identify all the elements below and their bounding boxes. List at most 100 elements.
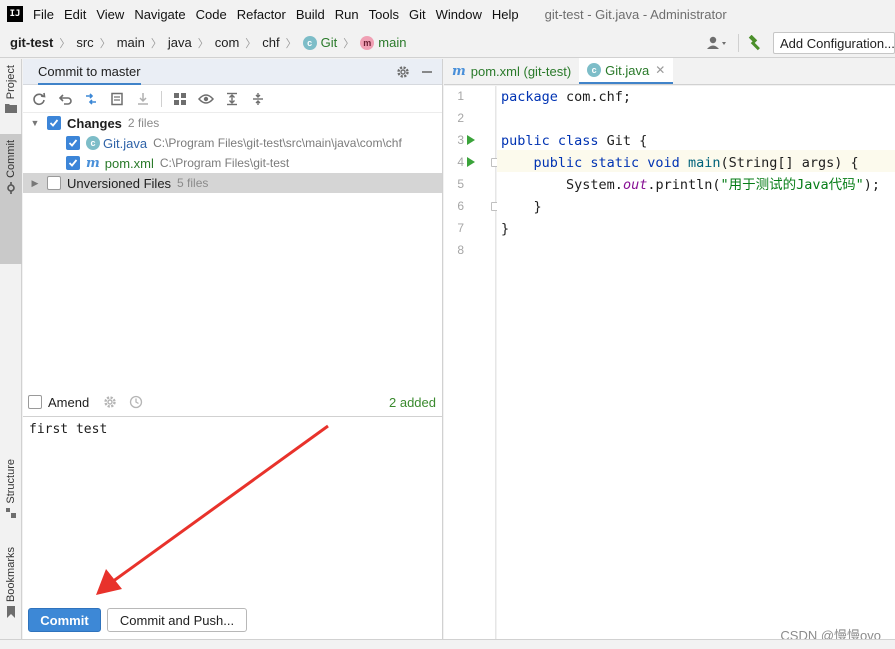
stripe-tab-bookmarks[interactable]: Bookmarks [0,547,22,619]
menu-refactor[interactable]: Refactor [237,7,286,22]
commit-toolbar [23,85,442,113]
menu-edit[interactable]: Edit [64,7,86,22]
file-name: Git.java [103,135,148,151]
menu-run[interactable]: Run [335,7,359,22]
unversioned-group-row[interactable]: ▶ Unversioned Files 5 files [23,173,442,193]
breadcrumb-main[interactable]: main [117,35,145,50]
breadcrumb-java[interactable]: java [168,35,192,50]
stripe-structure-label: Structure [5,459,17,504]
commit-options-gear-icon[interactable] [103,395,117,409]
amend-checkbox[interactable] [28,395,42,409]
changes-group-row[interactable]: ▼ Changes 2 files [23,113,442,133]
run-class-icon[interactable] [467,135,475,145]
amend-row: Amend 2 added [23,391,443,413]
navigation-bar: git-test 〉 src 〉 main 〉 java 〉 com 〉 chf… [0,28,895,58]
line-number: 3 [457,133,464,147]
code-line-5: System.out.println("用于测试的Java代码"); [566,177,881,193]
changes-count: 2 files [127,116,160,130]
window-title: git-test - Git.java - Administrator [544,6,727,22]
menu-help[interactable]: Help [492,7,519,22]
chevron-right-icon[interactable]: ▶ [29,178,41,189]
commit-panel-title[interactable]: Commit to master [38,59,141,85]
header-actions [396,59,434,85]
commit-and-push-button[interactable]: Commit and Push... [107,608,247,632]
code-line-6: } [501,199,542,215]
line-number: 7 [457,221,464,235]
file-row-pom-xml[interactable]: m pom.xml C:\Program Files\git-test [23,153,442,173]
commit-tool-window: Commit to master ▼ Changes 2 files c Git… [23,59,443,639]
history-clock-icon[interactable] [129,395,143,409]
maven-icon: m [452,63,466,79]
code-editor[interactable]: package com.chf; public class Git { publ… [497,86,895,639]
add-configuration-button[interactable]: Add Configuration... [773,32,895,54]
line-number: 1 [457,89,464,103]
breadcrumb-chf[interactable]: chf [262,35,279,50]
breadcrumb-separator: 〉 [245,37,257,50]
breadcrumb-separator: 〉 [150,37,162,50]
line-number: 4 [457,155,464,169]
rollback-icon[interactable] [55,89,75,109]
run-main-icon[interactable] [467,157,475,167]
file-path: C:\Program Files\git-test [159,156,290,170]
toolbar-divider [738,34,739,52]
breadcrumb-separator: 〉 [197,37,209,50]
breadcrumb-method-label: main [378,35,407,50]
menu-view[interactable]: View [96,7,124,22]
file-checkbox[interactable] [66,156,80,170]
gear-icon[interactable] [396,65,410,79]
commit-icon [7,181,15,194]
chevron-down-icon[interactable]: ▼ [29,118,41,128]
stripe-tab-commit[interactable]: Commit [0,134,22,264]
breadcrumb-separator: 〉 [343,37,355,50]
bottom-tool-strip [0,639,895,649]
breadcrumb-separator: 〉 [99,37,111,50]
commit-message-input[interactable]: first test [23,416,443,596]
changes-checkbox[interactable] [47,116,61,130]
tab-pom-xml[interactable]: m pom.xml (git-test) [444,58,579,84]
menu-file[interactable]: File [33,7,54,22]
collapse-all-icon[interactable] [248,89,268,109]
menu-code[interactable]: Code [196,7,227,22]
java-class-icon: c [302,35,317,50]
breadcrumb-separator: 〉 [59,37,71,50]
tab-label: Git.java [605,62,650,78]
line-number: 8 [457,243,464,257]
shelve-icon[interactable] [107,89,127,109]
breadcrumb-method-main[interactable]: m main [360,35,406,50]
breadcrumb-class-git[interactable]: c Git [302,35,337,50]
left-tool-stripe: Project Commit Structure Bookmarks [0,59,22,639]
group-by-icon[interactable] [170,89,190,109]
structure-icon [6,507,16,518]
menu-build[interactable]: Build [296,7,325,22]
menu-window[interactable]: Window [436,7,482,22]
menu-git[interactable]: Git [409,7,426,22]
changes-label: Changes [67,115,122,131]
menu-navigate[interactable]: Navigate [134,7,185,22]
user-icon[interactable] [704,33,730,53]
commit-button[interactable]: Commit [28,608,101,632]
build-hammer-icon[interactable] [745,33,765,53]
unversioned-checkbox[interactable] [47,176,61,190]
breadcrumb-project[interactable]: git-test [10,35,53,50]
download-icon[interactable] [133,89,153,109]
amend-label[interactable]: Amend [48,395,89,410]
stripe-tab-project[interactable]: Project [0,65,22,114]
breadcrumb-src[interactable]: src [76,35,93,50]
toolbar-divider [161,90,162,107]
commit-buttons: Commit Commit and Push... [23,608,443,632]
tab-git-java[interactable]: c Git.java ✕ [579,58,674,84]
close-icon[interactable]: ✕ [655,63,665,77]
refresh-icon[interactable] [29,89,49,109]
file-checkbox[interactable] [66,136,80,150]
stripe-tab-structure[interactable]: Structure [0,459,22,518]
breadcrumb-separator: 〉 [285,37,297,50]
editor-tabs: m pom.xml (git-test) c Git.java ✕ [444,58,895,85]
java-class-icon: c [587,63,602,77]
show-diff-icon[interactable] [81,89,101,109]
expand-all-icon[interactable] [222,89,242,109]
eye-icon[interactable] [196,89,216,109]
file-row-git-java[interactable]: c Git.java C:\Program Files\git-test\src… [23,133,442,153]
menu-tools[interactable]: Tools [369,7,399,22]
breadcrumb-com[interactable]: com [215,35,240,50]
minimize-icon[interactable] [420,65,434,79]
